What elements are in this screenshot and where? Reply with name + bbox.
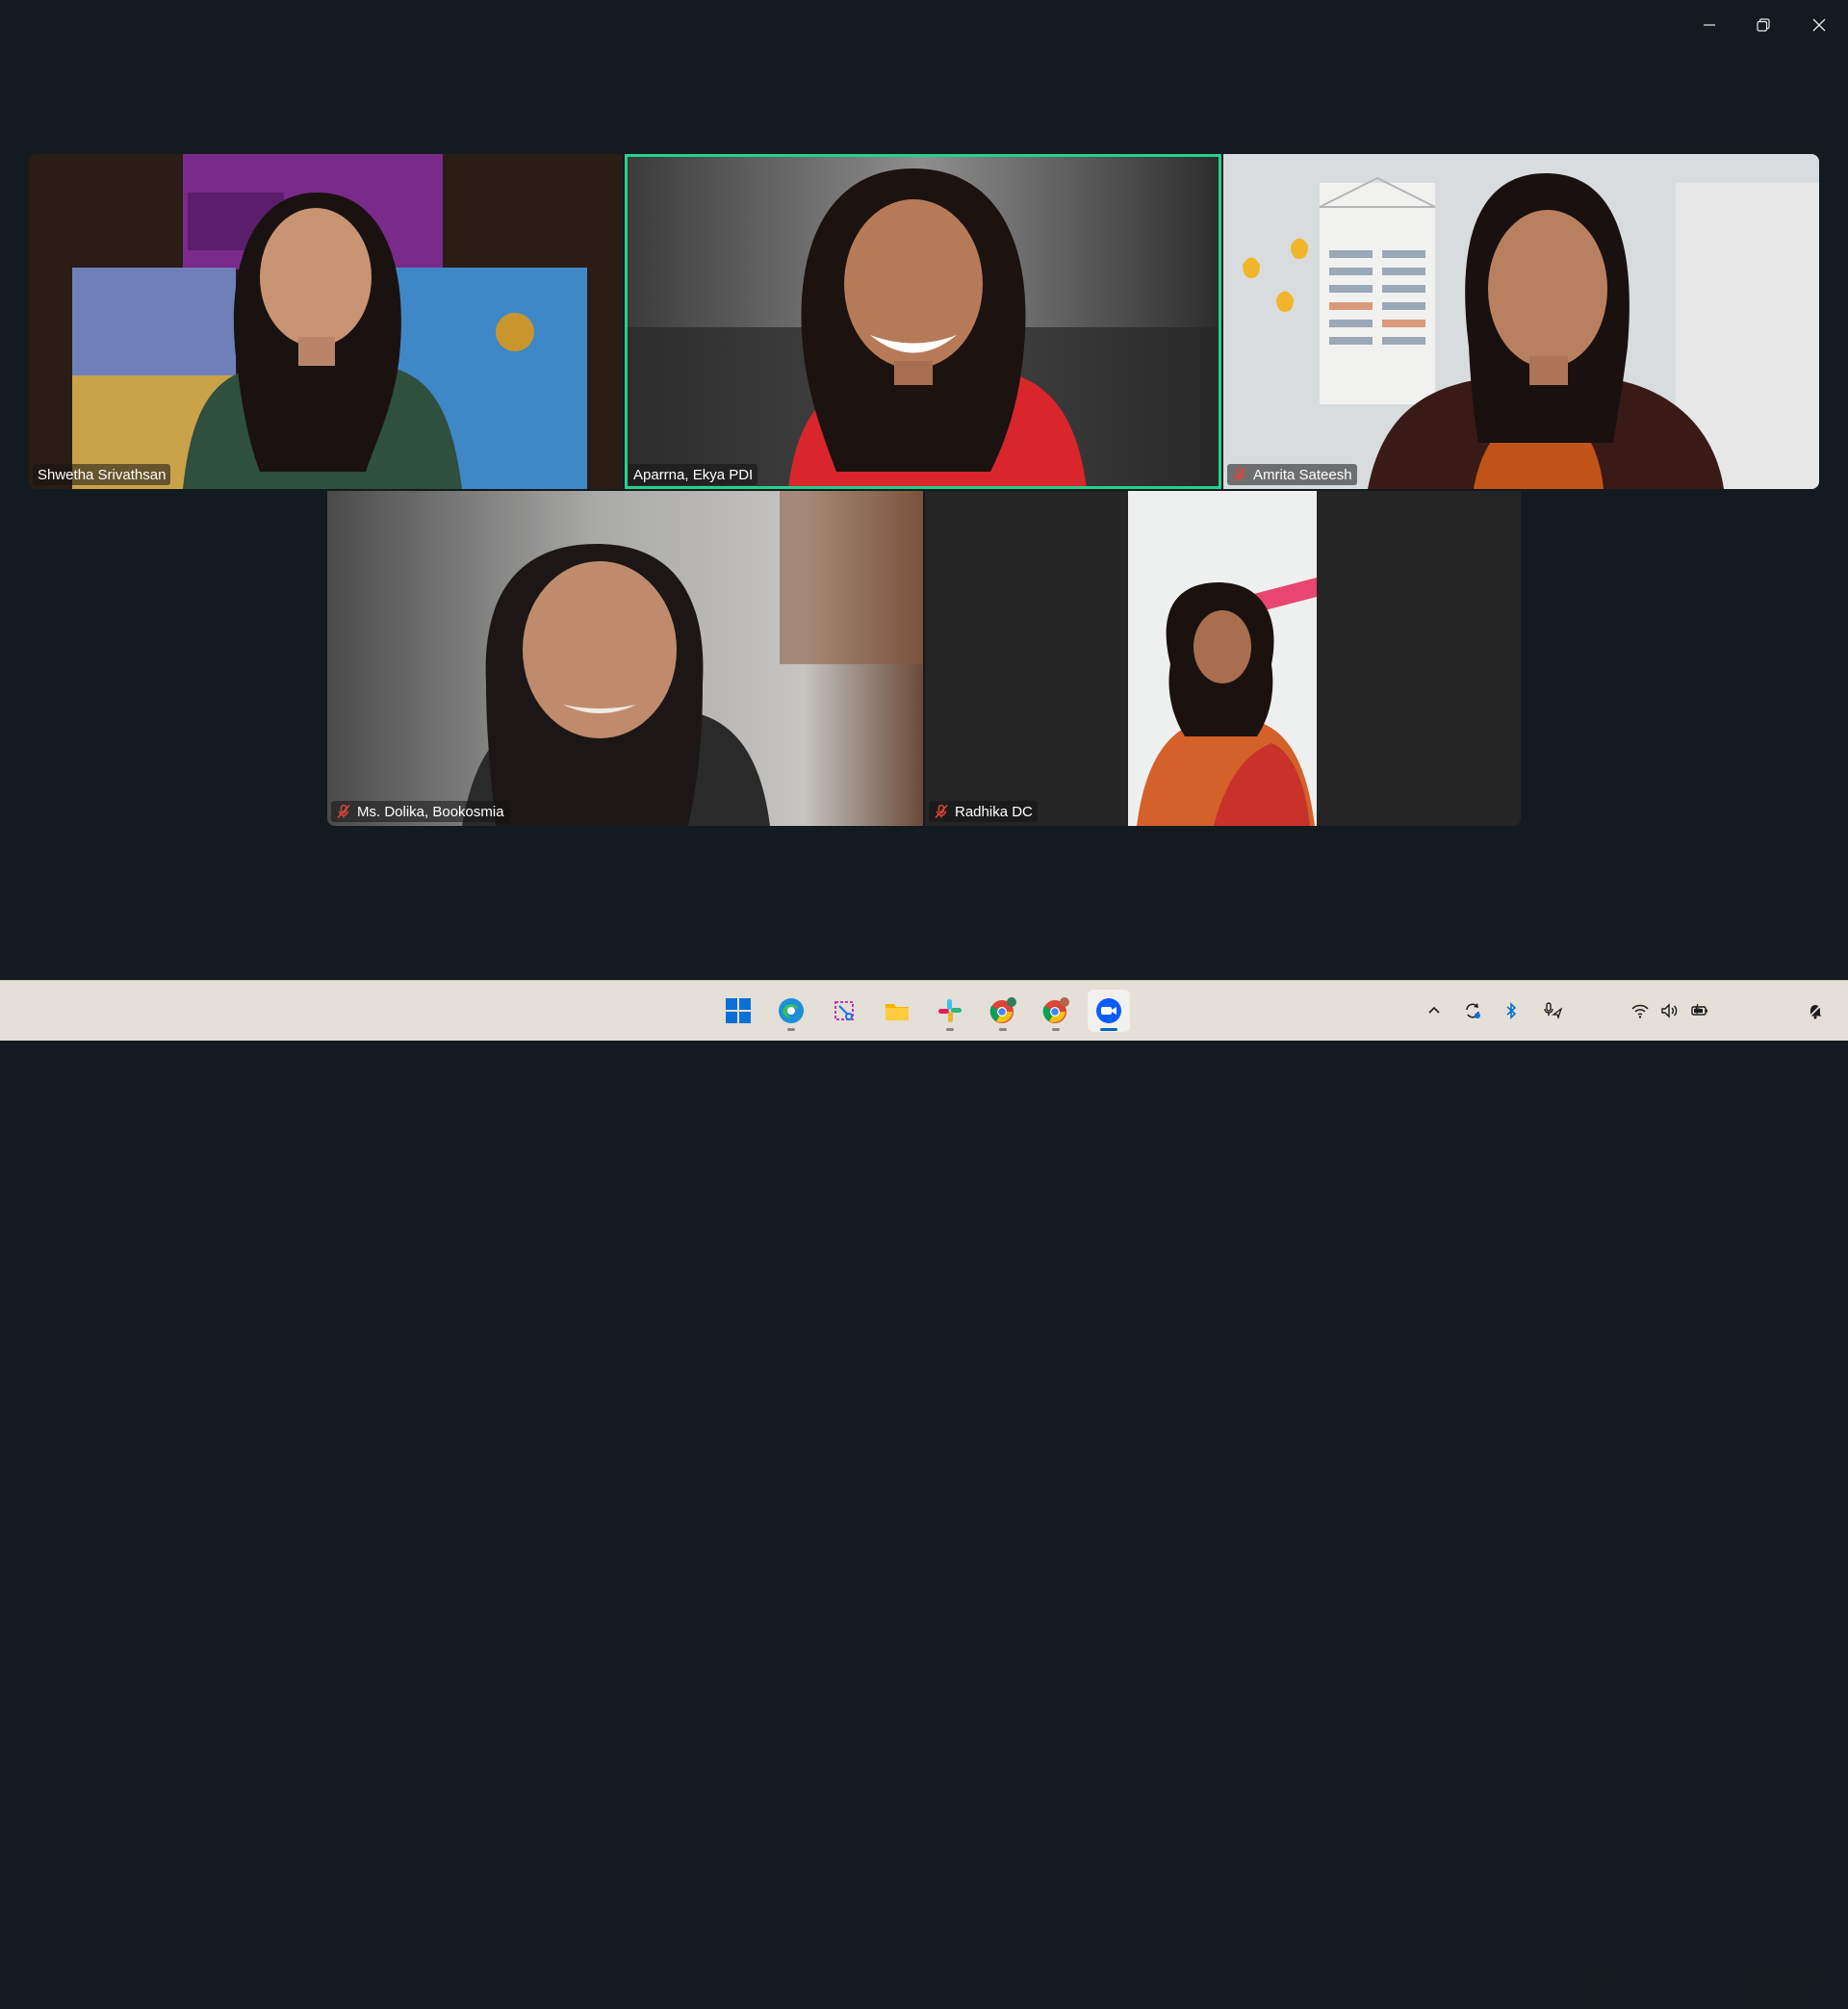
running-indicator	[999, 1028, 1007, 1031]
chrome-profile-b-icon	[1042, 997, 1069, 1023]
restore-icon	[1757, 18, 1770, 32]
slack-icon	[938, 999, 962, 1022]
participant-name: Aparrna, Ekya PDI	[633, 466, 754, 483]
tray-wifi-button[interactable]	[1629, 994, 1652, 1027]
participant-name-tag: Ms. Dolika, Bookosmia	[331, 801, 509, 822]
taskbar-chrome-a-button[interactable]	[982, 990, 1024, 1032]
video-tile-shwetha[interactable]: Shwetha Srivathsan	[29, 154, 623, 489]
taskbar-start-button[interactable]	[717, 990, 759, 1032]
snipping-tool-icon	[834, 1001, 854, 1020]
video-tile-dolika[interactable]: Ms. Dolika, Bookosmia	[327, 491, 923, 826]
mic-muted-icon	[1233, 467, 1246, 482]
running-indicator	[946, 1028, 954, 1031]
close-icon	[1812, 18, 1826, 32]
tray-overflow-button[interactable]	[1423, 994, 1446, 1027]
participant-name-tag: Aparrna, Ekya PDI	[629, 464, 758, 485]
taskbar-file-explorer-button[interactable]	[876, 990, 918, 1032]
tray-volume-button[interactable]	[1657, 994, 1681, 1027]
edge-icon	[779, 998, 804, 1023]
restore-button[interactable]	[1736, 10, 1790, 40]
tray-mic-location-button[interactable]	[1538, 994, 1567, 1027]
mic-muted-icon	[337, 804, 350, 819]
mic-location-icon	[1544, 1002, 1562, 1020]
chrome-profile-a-icon	[989, 997, 1016, 1023]
battery-icon	[1691, 1003, 1707, 1016]
file-explorer-icon	[886, 1004, 909, 1020]
language-code: ENG	[1580, 1973, 1611, 1989]
mic-muted-icon	[935, 804, 948, 819]
notification-icon	[1808, 1003, 1823, 1019]
minimize-icon	[1704, 24, 1715, 26]
minimize-button[interactable]	[1682, 10, 1736, 40]
participant-name: Shwetha Srivathsan	[38, 466, 167, 483]
tray-bluetooth-button[interactable]	[1500, 994, 1523, 1027]
running-indicator	[787, 1028, 795, 1031]
windows-start-icon	[726, 998, 751, 1023]
participant-video	[29, 154, 623, 489]
sync-icon	[1466, 1003, 1480, 1018]
wifi-icon	[1631, 1004, 1649, 1018]
clock-date: 1/31/2026	[1751, 1992, 1811, 2007]
video-tile-aparrna[interactable]: Aparrna, Ekya PDI	[625, 154, 1221, 489]
video-tile-radhika[interactable]: Radhika DC	[925, 491, 1521, 826]
participant-video	[925, 491, 1521, 826]
bluetooth-icon	[1506, 1002, 1517, 1019]
taskbar: ENG IN 11:36 AM 1/31/2026	[0, 980, 1848, 2007]
participant-name: Ms. Dolika, Bookosmia	[357, 803, 504, 820]
tray-sync-button[interactable]	[1461, 994, 1484, 1027]
participant-name: Amrita Sateesh	[1253, 466, 1352, 483]
input-language-indicator[interactable]: ENG IN	[1575, 1972, 1617, 2007]
zoom-icon	[1096, 998, 1121, 1023]
volume-icon	[1661, 1003, 1678, 1018]
taskbar-chrome-b-button[interactable]	[1035, 990, 1077, 1032]
taskbar-zoom-button[interactable]	[1088, 990, 1130, 1032]
running-indicator	[1100, 1028, 1117, 1031]
taskbar-slack-button[interactable]	[929, 990, 971, 1032]
participant-name: Radhika DC	[955, 803, 1033, 820]
taskbar-snipping-tool-button[interactable]	[823, 990, 865, 1032]
participant-video	[625, 154, 1221, 489]
tray-notification-button[interactable]	[1804, 994, 1827, 1027]
system-clock[interactable]: 11:36 AM 1/31/2026	[1719, 1972, 1811, 2009]
running-indicator	[1052, 1028, 1060, 1031]
participant-name-tag: Amrita Sateesh	[1227, 464, 1357, 485]
clock-time: 11:36 AM	[1755, 1973, 1811, 1989]
participant-video	[1223, 154, 1819, 489]
taskbar-edge-button[interactable]	[770, 990, 812, 1032]
participant-name-tag: Radhika DC	[929, 801, 1038, 822]
participant-video	[327, 491, 923, 826]
video-tile-amrita[interactable]: Amrita Sateesh	[1223, 154, 1819, 489]
chevron-up-icon	[1428, 1006, 1440, 1014]
tray-battery-button[interactable]	[1687, 994, 1712, 1027]
participant-name-tag: Shwetha Srivathsan	[33, 464, 171, 485]
region-code: IN	[1589, 1991, 1603, 2006]
close-button[interactable]	[1792, 10, 1846, 40]
